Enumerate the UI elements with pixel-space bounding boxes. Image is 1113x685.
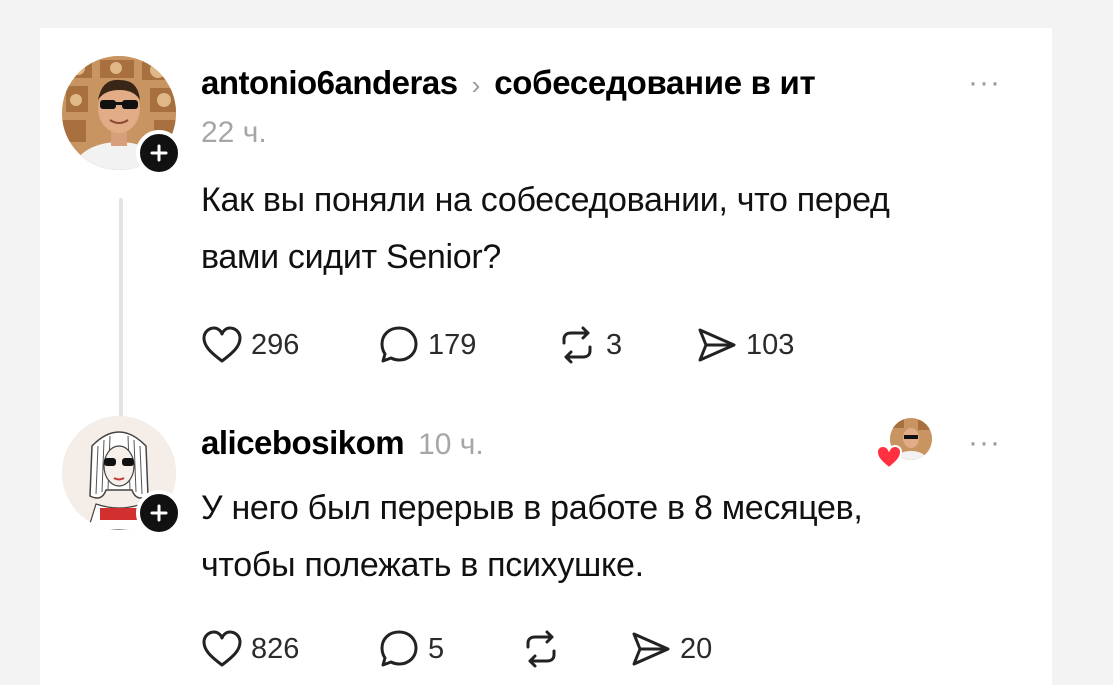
- reply-count: 5: [428, 632, 445, 665]
- share-count: 103: [746, 328, 795, 361]
- like-count: 826: [251, 632, 300, 665]
- reply-username[interactable]: alicebosikom: [201, 424, 405, 462]
- post-header: antonio6anderas › собеседование в ит: [201, 64, 816, 102]
- share-count: 20: [680, 632, 713, 665]
- repost-arrows-icon: [562, 326, 592, 364]
- speech-bubble-icon: [380, 326, 418, 363]
- post-text: Как вы поняли на собеседовании, что пере…: [201, 172, 890, 286]
- repost-count: 3: [606, 328, 623, 361]
- like-count: 296: [251, 328, 300, 361]
- repost-arrows-icon: [526, 630, 556, 668]
- like-button[interactable]: 296: [201, 325, 378, 365]
- post-text-line: Как вы поняли на собеседовании, что пере…: [201, 181, 890, 219]
- reply-button[interactable]: 179: [378, 324, 556, 366]
- heart-filled-icon: [875, 444, 903, 470]
- post-actions: 296 179 3 103: [201, 324, 794, 366]
- thread-line: [119, 198, 123, 418]
- paper-plane-icon: [698, 328, 736, 362]
- reply-timestamp: 10 ч.: [418, 428, 484, 461]
- share-button[interactable]: 20: [630, 629, 712, 669]
- like-button[interactable]: 826: [201, 629, 378, 669]
- author-username[interactable]: antonio6anderas: [201, 64, 458, 102]
- follow-button[interactable]: [136, 130, 182, 176]
- repost-button[interactable]: 3: [556, 325, 696, 365]
- follow-button[interactable]: [136, 490, 182, 536]
- post-timestamp: 22 ч.: [201, 116, 267, 149]
- share-button[interactable]: 103: [696, 325, 794, 365]
- reply-header: alicebosikom 10 ч.: [201, 424, 484, 462]
- post-text-line: вами сидит Senior?: [201, 238, 502, 276]
- reply-count: 179: [428, 328, 477, 361]
- reply-text-line: У него был перерыв в работе в 8 месяцев,: [201, 489, 863, 527]
- reply-button[interactable]: 5: [378, 628, 520, 670]
- heart-outline-icon: [202, 630, 242, 667]
- reply-post: alicebosikom 10 ч. ··· У него был переры…: [40, 408, 1052, 685]
- plus-icon: [150, 144, 168, 162]
- reply-avatar-wrap[interactable]: [62, 416, 182, 536]
- plus-icon: [150, 504, 168, 522]
- more-options-button[interactable]: ···: [968, 428, 1001, 458]
- reply-actions: 826 5 20: [201, 628, 712, 670]
- thread-card: antonio6anderas › собеседование в ит ···…: [40, 28, 1052, 685]
- topic-tag[interactable]: собеседование в ит: [494, 64, 815, 102]
- author-avatar-wrap[interactable]: [62, 56, 182, 176]
- original-post: antonio6anderas › собеседование в ит ···…: [40, 28, 1052, 408]
- heart-outline-icon: [202, 326, 242, 363]
- more-options-button[interactable]: ···: [968, 68, 1001, 98]
- chevron-right-icon: ›: [471, 70, 481, 100]
- repost-button[interactable]: [520, 629, 630, 669]
- paper-plane-icon: [632, 632, 670, 666]
- speech-bubble-icon: [380, 630, 418, 667]
- reply-text: У него был перерыв в работе в 8 месяцев,…: [201, 480, 863, 594]
- reply-text-line: чтобы полежать в психушке.: [201, 546, 644, 584]
